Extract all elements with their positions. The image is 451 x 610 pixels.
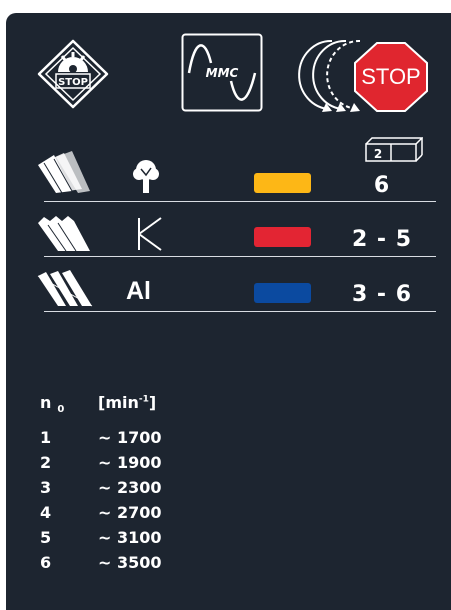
rpm-row-n: 2	[40, 453, 52, 472]
rpm-header-n-label: n	[40, 393, 52, 412]
speed-setting-wood: 6	[373, 173, 391, 198]
speed-selector-value: 2	[374, 147, 382, 161]
mmc-sine-wave-icon: MMC	[181, 33, 263, 112]
rpm-row-value: ~ 2700	[98, 503, 162, 522]
rpm-row-n: 6	[40, 553, 52, 572]
mmc-label: MMC	[206, 66, 239, 80]
rpm-header-n: n0	[40, 393, 64, 415]
row-divider	[44, 256, 436, 257]
rpm-row-n: 4	[40, 503, 52, 522]
rpm-row-value: ~ 2300	[98, 478, 162, 497]
yellow-color-swatch	[254, 173, 311, 193]
rpm-row-value: ~ 1900	[98, 453, 162, 472]
material-label-aluminium: Al	[126, 277, 151, 305]
stop-sign-label: STOP	[361, 64, 421, 89]
rpm-header-unit: [min-1]	[98, 393, 156, 412]
soft-stop-label: STOP	[58, 77, 88, 88]
control-panel: STOP MMC STOP 2 6 2 - 5 Al 3 - 6 n 0 [mi…	[6, 13, 451, 610]
rpm-row-value: ~ 1700	[98, 428, 162, 447]
plastic-panel-icon	[38, 216, 90, 252]
tree-icon	[133, 160, 159, 193]
rpm-row-value: ~ 3100	[98, 528, 162, 547]
blue-color-swatch	[254, 283, 311, 303]
rpm-row-n: 5	[40, 528, 52, 547]
speed-setting-plastic: 2 - 5	[351, 227, 413, 252]
rpm-row-n: 1	[40, 428, 52, 447]
red-color-swatch	[254, 227, 311, 247]
rpm-header-unit-label: [min	[98, 393, 139, 412]
wood-panel-icon	[38, 151, 90, 194]
rpm-row-n: 3	[40, 478, 52, 497]
row-divider	[44, 311, 436, 312]
stop-sign-icon: STOP	[354, 42, 428, 112]
aluminium-panel-icon	[37, 270, 93, 307]
plastic-k-icon	[138, 217, 162, 251]
speed-selector-icon: 2	[365, 137, 423, 162]
row-divider	[44, 201, 436, 202]
rpm-row-value: ~ 3500	[98, 553, 162, 572]
speed-setting-aluminium: 3 - 6	[351, 282, 413, 307]
rpm-header-unit-close: ]	[148, 393, 157, 412]
rpm-header-n-sub: 0	[57, 404, 65, 416]
soft-stop-icon: STOP	[37, 39, 109, 109]
rpm-header-unit-sup: -1	[138, 394, 149, 405]
